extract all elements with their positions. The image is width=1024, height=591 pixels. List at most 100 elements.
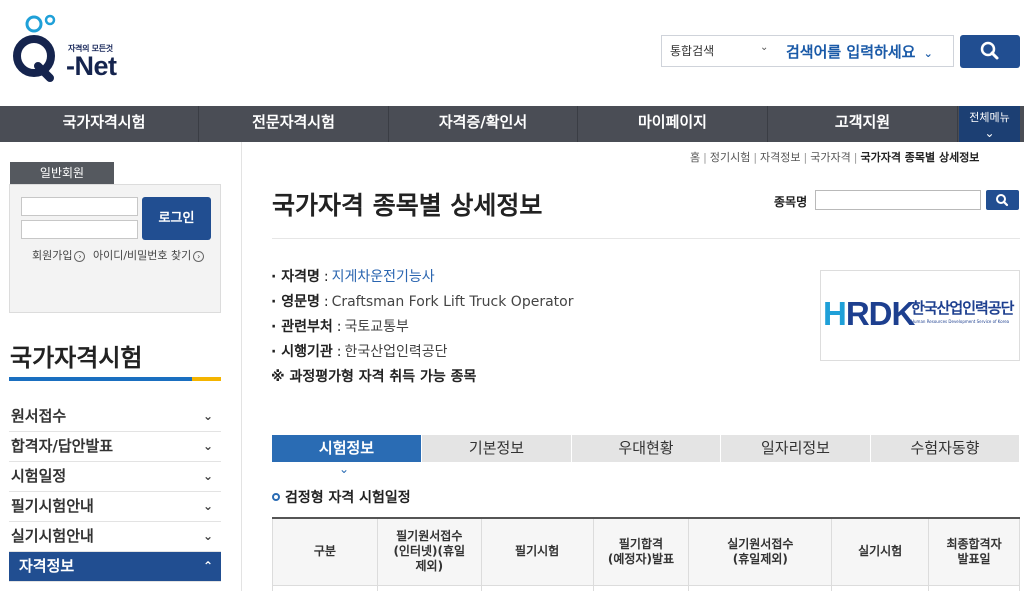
chevron-down-icon: ⌄ [202, 469, 213, 483]
chevron-down-icon: ⌄ [202, 499, 213, 513]
qualification-info: · 자격명: 지게차운전기능사 · 영문명: Craftsman Fork Lift… [271, 266, 811, 391]
password-field[interactable] [21, 220, 138, 239]
th-practical-exam: 실기시험 [831, 517, 930, 586]
sidebar-item-label: 필기시험안내 [11, 497, 94, 515]
info-value-english: Craftsman Fork Lift Truck Operator [331, 294, 574, 310]
chevron-down-icon: ⌄ [202, 439, 213, 453]
gnb-certificate[interactable]: 자격증/확인서 [389, 106, 578, 142]
th-final-result: 최종합격자 발표일 [928, 517, 1020, 586]
schedule-table: 구분 필기원서접수 (인터넷)(휴일 제외) 필기시험 필기합격 (예정자)발표 실기… [272, 517, 1020, 591]
gnb-professional-exam[interactable]: 전문자격시험 [199, 106, 389, 142]
search-category-label: 통합검색 [670, 44, 715, 58]
sidebar-item-written-guide[interactable]: 필기시험안내 ⌄ [9, 492, 221, 522]
sidebar-item-results[interactable]: 합격자/답안발표 ⌄ [9, 432, 221, 462]
username-field[interactable] [21, 197, 138, 216]
page-title: 국가자격 종목별 상세정보 [272, 191, 543, 220]
gnb-national-exam[interactable]: 국가자격시험 [10, 106, 199, 142]
chevron-down-icon: ⌄ [760, 42, 769, 53]
info-row-ministry: · 관련부처: 국토교통부 [271, 319, 409, 335]
login-button[interactable]: 로그인 [142, 197, 211, 240]
hrdk-english-name: Human Resources Development Service of K… [911, 319, 1010, 324]
search-icon [996, 194, 1009, 207]
info-row-organization: · 시행기관: 한국산업인력공단 [271, 344, 448, 360]
chevron-down-icon: ⌄ [923, 47, 933, 60]
site-header: 자격의 모든것 -Net 통합검색 ⌄ 검색어를 입력하세요 ⌄ [0, 0, 1024, 106]
global-nav: 국가자격시험 전문자격시험 자격증/확인서 마이페이지 고객지원 [0, 106, 1024, 142]
chevron-right-icon: › [74, 250, 86, 262]
search-input[interactable]: 검색어를 입력하세요 ⌄ [786, 36, 951, 66]
sidebar-item-application[interactable]: 원서접수 ⌄ [9, 402, 221, 432]
login-tab[interactable]: 일반회원 [10, 162, 114, 184]
item-name-label: 종목명 [774, 195, 808, 209]
sidebar-item-label: 실기시험안내 [11, 527, 94, 545]
sidebar: 일반회원 로그인 회원가입 › 아이디/비밀번호 찾기 › 국가자격시험 원서접수 … [0, 142, 242, 591]
th-practical-application: 실기원서접수 (휴일제외) [688, 517, 833, 586]
login-links: 회원가입 › 아이디/비밀번호 찾기 › [32, 247, 208, 263]
title-divider [272, 238, 1020, 239]
bullet-icon [272, 493, 280, 501]
logo-text: -Net [66, 51, 117, 81]
tab-jobs[interactable]: 일자리정보 [721, 435, 871, 462]
search-placeholder: 검색어를 입력하세요 [786, 43, 916, 61]
sidebar-item-label: 합격자/답안발표 [11, 437, 114, 455]
table-row [272, 584, 1020, 591]
info-value-name[interactable]: 지게차운전기능사 [332, 269, 435, 285]
sidebar-item-label: 원서접수 [11, 407, 67, 425]
search-button[interactable] [960, 35, 1020, 68]
breadcrumb-qualification-info[interactable]: 자격정보 [760, 151, 800, 164]
th-written-result: 필기합격 (예정자)발표 [592, 517, 690, 586]
all-menu-button[interactable]: 전체메뉴 ⌄ [959, 106, 1020, 142]
info-value-ministry: 국토교통부 [344, 319, 409, 335]
breadcrumb-regular-exam[interactable]: 정기시험 [710, 151, 750, 164]
chevron-right-icon: › [193, 250, 205, 262]
th-written-exam: 필기시험 [480, 517, 594, 586]
breadcrumb-current: 국가자격 종목별 상세정보 [860, 151, 980, 164]
item-search-button[interactable] [986, 190, 1019, 210]
sidebar-item-practical-guide[interactable]: 실기시험안내 ⌄ [9, 522, 221, 552]
qnet-logo[interactable]: 자격의 모든것 -Net [8, 8, 128, 84]
sidebar-item-label: 시험일정 [11, 467, 67, 485]
info-value-organization: 한국산업인력공단 [344, 344, 448, 360]
gnb-support[interactable]: 고객지원 [768, 106, 958, 142]
tab-candidate-trend[interactable]: 수험자동향 [871, 435, 1020, 462]
sidebar-section-title: 국가자격시험 [10, 344, 143, 372]
process-eval-note: ※ 과정평가형 자격 취득 가능 종목 [271, 369, 477, 385]
item-name-input[interactable] [815, 190, 981, 210]
info-row-name: · 자격명: 지게차운전기능사 [271, 269, 435, 285]
info-row-english: · 영문명: Craftsman Fork Lift Truck Operator [271, 294, 574, 310]
chevron-up-icon: ⌃ [202, 559, 213, 573]
info-key: 시행기관 [281, 344, 333, 360]
search-icon [980, 41, 999, 60]
sidebar-menu: 원서접수 ⌄ 합격자/답안발표 ⌄ 시험일정 ⌄ 필기시험안내 ⌄ 실기시험안내… [9, 402, 221, 582]
gnb-mypage[interactable]: 마이페이지 [578, 106, 768, 142]
subtitle-text: 검정형 자격 시험일정 [285, 490, 411, 506]
sidebar-divider-accent [192, 377, 221, 381]
login-box: 로그인 회원가입 › 아이디/비밀번호 찾기 › [9, 184, 221, 313]
table-header-row: 구분 필기원서접수 (인터넷)(휴일 제외) 필기시험 필기합격 (예정자)발표 실기… [272, 517, 1020, 586]
hrdk-korean-name: 한국산업인력공단 [911, 299, 1014, 317]
sidebar-item-label: 자격정보 [19, 557, 75, 575]
sidebar-divider [9, 377, 221, 381]
chevron-down-icon: ⌄ [339, 462, 350, 476]
all-menu-label: 전체메뉴 [969, 111, 1010, 124]
hrdk-mark: HRDK [823, 295, 915, 332]
section-subtitle: 검정형 자격 시험일정 [272, 487, 411, 507]
breadcrumb-national[interactable]: 국가자격 [810, 151, 850, 164]
chevron-down-icon: ⌄ [984, 126, 995, 140]
breadcrumb-home[interactable]: 홈 [690, 151, 700, 164]
sidebar-item-schedule[interactable]: 시험일정 ⌄ [9, 462, 221, 492]
chevron-down-icon: ⌄ [202, 529, 213, 543]
sidebar-item-qualification-info[interactable]: 자격정보 ⌃ [9, 552, 221, 582]
chevron-down-icon: ⌄ [202, 409, 213, 423]
join-link[interactable]: 회원가입 [32, 249, 72, 262]
tab-preference[interactable]: 우대현황 [572, 435, 721, 462]
info-key: 자격명 [281, 269, 320, 285]
tab-basic-info[interactable]: 기본정보 [422, 435, 572, 462]
tab-exam-info[interactable]: 시험정보 [272, 435, 422, 462]
info-tabs: 시험정보 기본정보 우대현황 일자리정보 수험자동향 [272, 435, 1020, 462]
hrdk-logo: HRDK 한국산업인력공단 Human Resources Developmen… [820, 270, 1020, 361]
find-account-link[interactable]: 아이디/비밀번호 찾기 [93, 249, 191, 262]
th-category: 구분 [272, 517, 378, 586]
info-key: 관련부처 [281, 319, 333, 335]
info-key: 영문명 [281, 294, 320, 310]
